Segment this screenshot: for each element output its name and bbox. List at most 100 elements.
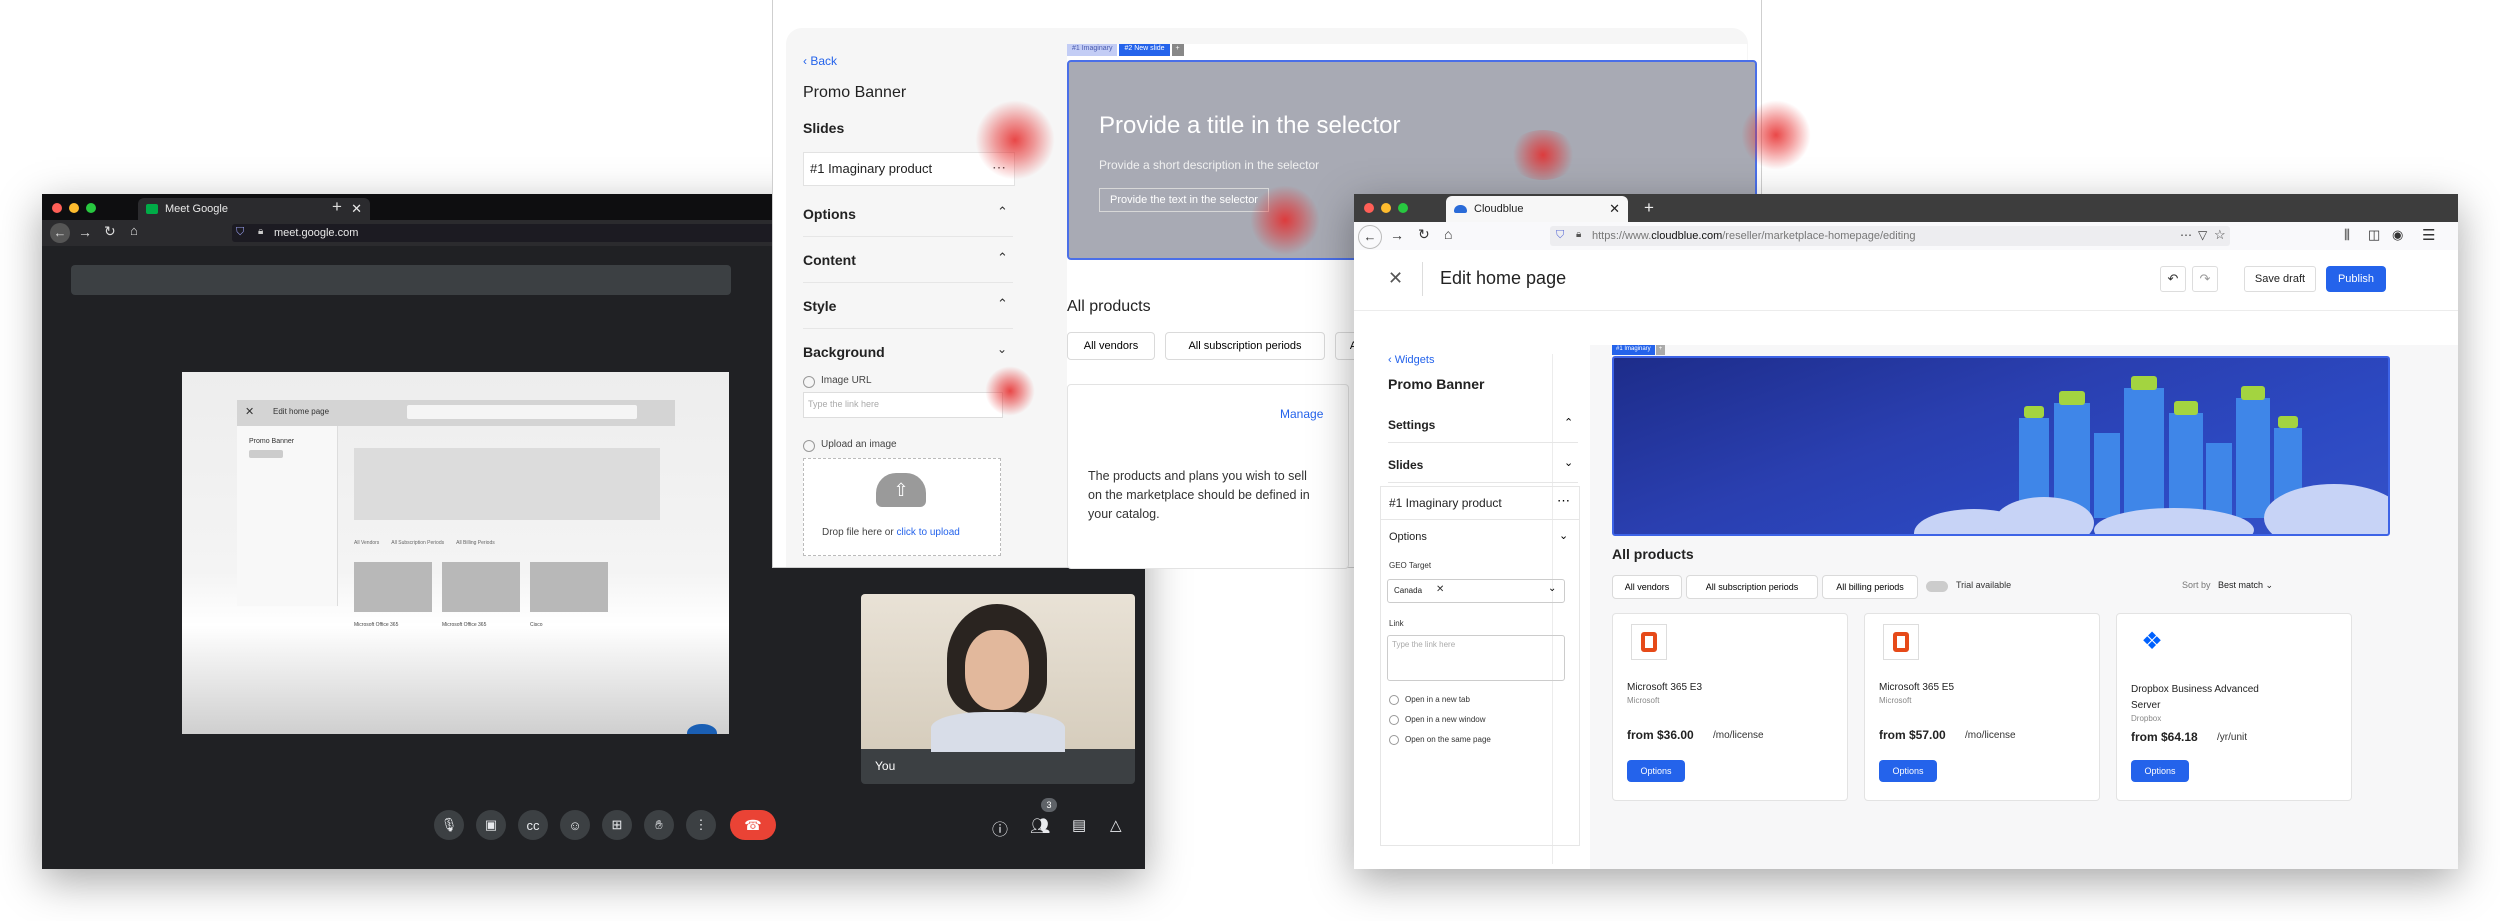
slide-tabs: #1 Imaginary #2 New slide + [1067, 44, 1184, 56]
filter-subscription[interactable]: All subscription periods [1165, 332, 1325, 360]
pocket-icon[interactable]: ▽ [2198, 228, 2207, 242]
window-controls[interactable] [52, 203, 96, 213]
meet-favicon [146, 204, 158, 214]
url-domain: cloudblue.com [1651, 230, 1723, 242]
back-icon[interactable]: ← [50, 223, 70, 243]
widgets-back-link[interactable]: ‹ Widgets [1388, 354, 1434, 366]
redo-icon[interactable]: ↷ [2192, 266, 2218, 292]
dropzone[interactable]: ⇧ Drop file here or click to upload [803, 458, 1001, 556]
product-card[interactable]: Microsoft 365 E3 Microsoft from $36.00 /… [1612, 613, 1848, 801]
radio-image-url[interactable] [803, 376, 815, 388]
filter-subscription[interactable]: All subscription periods [1686, 575, 1818, 599]
product-card[interactable]: Microsoft 365 E5 Microsoft from $57.00 /… [1864, 613, 2100, 801]
url-path: /reseller/marketplace-homepage/editing [1722, 230, 1916, 242]
all-products-heading: All products [1067, 298, 1151, 315]
banner-illustration [1914, 376, 2388, 534]
back-icon[interactable]: ← [1358, 225, 1382, 249]
account-icon[interactable]: ◉ [2392, 227, 2403, 243]
section-slides[interactable]: Slides ⌄ [1388, 446, 1578, 483]
new-tab-icon[interactable]: + [1644, 198, 1654, 218]
geo-label: GEO Target [1389, 561, 1432, 570]
geo-select[interactable]: Canada ✕ ⌄ [1387, 579, 1565, 603]
filter-vendors[interactable]: All vendors [1612, 575, 1682, 599]
slide-tab-active[interactable]: #1 Imaginary [1612, 345, 1655, 355]
section-background[interactable]: Background ⌄ [803, 330, 1013, 370]
section-label: Background [803, 344, 885, 360]
link-input[interactable]: Type the link here [1387, 635, 1565, 681]
menu-icon[interactable]: ☰ [2422, 226, 2435, 244]
end-call-icon[interactable]: ☎︎ [730, 810, 776, 840]
activities-icon[interactable]: △ [1110, 816, 1122, 834]
save-draft-button[interactable]: Save draft [2244, 266, 2316, 292]
more-options-icon[interactable]: ⋮ [686, 810, 716, 840]
camera-icon[interactable]: ▣ [476, 810, 506, 840]
options-button[interactable]: Options [2131, 760, 2189, 782]
all-products-heading: All products [1612, 546, 1694, 562]
sort-select[interactable]: Best match ⌄ [2218, 580, 2273, 591]
address-bar[interactable]: ⛉ 🔒︎ https://www.cloudblue.com/reseller/… [1550, 226, 2230, 246]
slide-tab-active[interactable]: #2 New slide [1119, 44, 1170, 56]
chat-icon[interactable]: ▤ [1072, 816, 1086, 834]
tab-cloudblue[interactable]: Cloudblue ✕ [1446, 196, 1628, 222]
raise-hand-icon[interactable]: ✋︎ [644, 810, 674, 840]
library-icon[interactable]: ⫼ [2344, 227, 2350, 243]
reload-icon[interactable]: ↻ [1418, 226, 1430, 243]
slide-item-label: #1 Imaginary product [1389, 496, 1502, 510]
banner-cta-button[interactable]: Provide the text in the selector [1099, 188, 1269, 212]
section-settings[interactable]: Settings ⌃ [1388, 406, 1578, 443]
shared-cloud-icon [687, 724, 717, 734]
slide-tab[interactable]: #1 Imaginary [1067, 44, 1118, 56]
section-style[interactable]: Style ⌃ [803, 284, 1013, 329]
manage-link[interactable]: Manage [1280, 407, 1323, 421]
back-link[interactable]: ‹ Back [803, 54, 837, 68]
section-content[interactable]: Content ⌃ [803, 238, 1013, 283]
emoji-icon[interactable]: ☺ [560, 810, 590, 840]
close-tab-icon[interactable]: ✕ [351, 201, 362, 217]
slide-item[interactable]: #1 Imaginary product ⋯ [1381, 487, 1579, 520]
page-actions-icon[interactable]: ⋯ [2180, 228, 2192, 242]
new-tab-icon[interactable]: + [332, 197, 342, 217]
bookmark-star-icon[interactable]: ☆ [2214, 227, 2226, 243]
cloudblue-toolbar: ← → ↻ ⌂ ⛉ 🔒︎ https://www.cloudblue.com/r… [1354, 222, 2458, 251]
section-options[interactable]: Options ⌃ [803, 192, 1013, 237]
add-slide-button[interactable]: + [1655, 345, 1666, 355]
product-vendor: Microsoft [1627, 696, 1660, 705]
add-slide-button[interactable]: + [1171, 44, 1184, 56]
remove-tag-icon[interactable]: ✕ [1436, 584, 1444, 595]
radio-upload[interactable] [803, 440, 815, 452]
home-icon[interactable]: ⌂ [1444, 226, 1452, 242]
window-controls[interactable] [1364, 203, 1408, 213]
publish-button[interactable]: Publish [2326, 266, 2386, 292]
close-editor-icon[interactable]: ✕ [1388, 268, 1403, 289]
upload-link[interactable]: click to upload [896, 527, 959, 538]
home-icon[interactable]: ⌂ [130, 223, 138, 238]
shared-card-label: Microsoft Office 365 [442, 622, 487, 628]
options-button[interactable]: Options [1879, 760, 1937, 782]
shared-slide-chip [249, 450, 283, 458]
chevron-down-icon[interactable]: ⌄ [1559, 529, 1568, 542]
image-url-label: Image URL [821, 375, 872, 386]
trial-toggle[interactable] [1926, 581, 1948, 592]
filter-billing[interactable]: All billing periods [1822, 575, 1918, 599]
radio-new-tab[interactable] [1389, 695, 1399, 705]
captions-icon[interactable]: cc [518, 810, 548, 840]
image-url-input[interactable]: Type the link here [803, 392, 1003, 418]
participants-badge: 3 [1041, 798, 1057, 812]
radio-new-window[interactable] [1389, 715, 1399, 725]
promo-banner-image[interactable] [1612, 356, 2390, 536]
mic-icon[interactable]: 🎙︎ [434, 810, 464, 840]
close-tab-icon[interactable]: ✕ [1609, 201, 1620, 217]
more-icon[interactable]: ⋯ [1557, 493, 1570, 509]
reload-icon[interactable]: ↻ [104, 223, 116, 240]
product-card[interactable]: ❖ Dropbox Business Advanced Server Dropb… [2116, 613, 2352, 801]
filter-vendors[interactable]: All vendors [1067, 332, 1155, 360]
forward-icon[interactable]: → [78, 224, 92, 240]
present-icon[interactable]: ⊞ [602, 810, 632, 840]
sidebar-icon[interactable]: ◫ [2368, 227, 2380, 243]
undo-icon[interactable]: ↶ [2160, 266, 2186, 292]
radio-same-page[interactable] [1389, 735, 1399, 745]
options-button[interactable]: Options [1627, 760, 1685, 782]
info-icon[interactable]: ⓘ [992, 816, 1008, 840]
people-icon[interactable]: 👥︎ [1030, 816, 1050, 836]
forward-icon[interactable]: → [1390, 227, 1404, 243]
